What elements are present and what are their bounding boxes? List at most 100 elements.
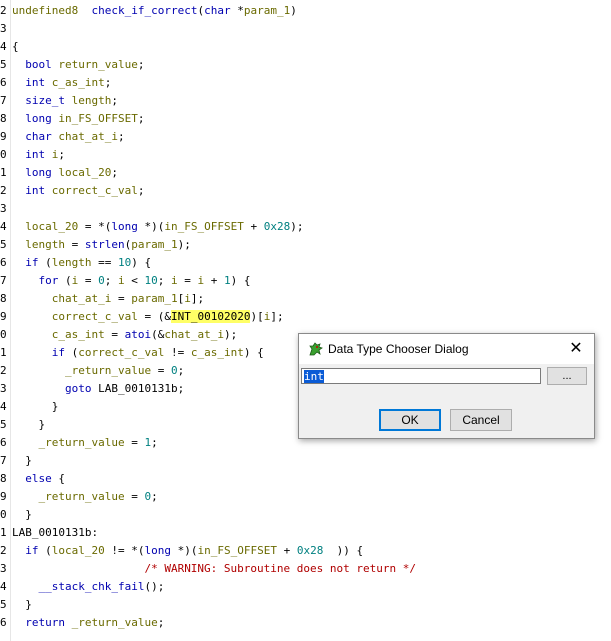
code-token: 10 xyxy=(118,256,132,269)
code-token: length xyxy=(25,238,65,251)
code-token: ; xyxy=(137,58,145,71)
code-token: int xyxy=(25,184,46,197)
code-token: param_1 xyxy=(243,4,291,17)
code-text: } xyxy=(12,596,32,614)
code-text: return _return_value; xyxy=(12,614,164,632)
code-token: ; xyxy=(157,616,165,629)
line-number: 9 xyxy=(0,490,7,503)
code-token: goto xyxy=(64,382,92,395)
code-token: ; xyxy=(177,364,185,377)
code-text: /* WARNING: Subroutine does not return *… xyxy=(12,560,416,578)
line-number: 2 xyxy=(0,364,7,377)
code-token: int xyxy=(25,148,46,161)
code-token: } xyxy=(12,598,32,611)
code-token: char xyxy=(204,4,231,17)
code-token: long xyxy=(25,112,52,125)
code-text: } xyxy=(12,452,32,470)
line-number: 4 xyxy=(0,40,7,53)
line-number: 9 xyxy=(0,310,7,323)
code-token: for xyxy=(38,274,59,287)
code-token: i xyxy=(171,274,178,287)
code-token: = xyxy=(104,328,125,341)
highlighted-symbol[interactable]: INT_00102020 xyxy=(170,310,251,323)
code-token: } xyxy=(12,454,32,467)
code-token: + xyxy=(276,544,297,557)
code-token: = xyxy=(111,292,132,305)
code-token: i xyxy=(118,274,125,287)
close-icon[interactable]: ✕ xyxy=(566,339,586,359)
code-token: ; xyxy=(137,112,145,125)
code-token: (); xyxy=(144,580,165,593)
code-text: _return_value = 1; xyxy=(12,434,158,452)
code-token: long xyxy=(25,166,52,179)
line-number: 5 xyxy=(0,418,7,431)
code-token: ) xyxy=(290,4,297,17)
code-token: *)( xyxy=(170,544,198,557)
code-token: char xyxy=(25,130,52,143)
code-token: ; xyxy=(111,94,118,107)
line-number: 4 xyxy=(0,580,7,593)
code-token: { xyxy=(12,40,19,53)
code-token: = xyxy=(78,274,99,287)
line-number: 5 xyxy=(0,598,7,611)
line-number: 8 xyxy=(0,292,7,305)
line-number: 1 xyxy=(0,166,7,179)
code-token: strlen xyxy=(84,238,125,251)
code-token: ); xyxy=(223,328,238,341)
code-text: long in_FS_OFFSET; xyxy=(12,110,144,128)
code-token: ) { xyxy=(243,346,264,359)
code-token: return_value xyxy=(58,58,138,71)
code-token: /* WARNING: Subroutine does not return *… xyxy=(144,562,416,575)
code-token: = (& xyxy=(137,310,171,323)
ok-button[interactable]: OK xyxy=(379,409,441,431)
code-token: in_FS_OFFSET xyxy=(58,112,138,125)
data-type-input[interactable]: int xyxy=(301,368,541,384)
code-token: ( xyxy=(38,256,52,269)
code-token: * xyxy=(230,4,244,17)
code-text: c_as_int = atoi(&chat_at_i); xyxy=(12,326,237,344)
line-number: 6 xyxy=(0,436,7,449)
code-token: == xyxy=(91,256,118,269)
code-token: ]; xyxy=(270,310,284,323)
code-text: local_20 = *(long *)(in_FS_OFFSET + 0x28… xyxy=(12,218,303,236)
code-text: goto LAB_0010131b; xyxy=(12,380,184,398)
dialog-title: Data Type Chooser Dialog xyxy=(328,342,469,356)
line-number: 6 xyxy=(0,76,7,89)
code-token: c_as_int xyxy=(51,76,105,89)
code-token: chat_at_i xyxy=(164,328,224,341)
code-token: 0 xyxy=(98,274,105,287)
browse-button[interactable]: ... xyxy=(547,367,587,385)
code-token: ) { xyxy=(230,274,251,287)
line-number: 9 xyxy=(0,130,7,143)
code-token: = *( xyxy=(78,220,112,233)
code-token: i xyxy=(184,292,191,305)
cancel-button[interactable]: Cancel xyxy=(450,409,512,431)
code-token: LAB_0010131b: xyxy=(12,526,99,539)
code-token: 0x28 xyxy=(296,544,324,557)
code-token: } xyxy=(12,400,59,413)
code-token: + xyxy=(204,274,224,287)
code-token: if xyxy=(25,256,39,269)
code-token: correct_c_val xyxy=(51,310,138,323)
code-text: undefined8 check_if_correct(char *param_… xyxy=(12,2,297,20)
code-text: __stack_chk_fail(); xyxy=(12,578,165,596)
decompiler-listing: 2 undefined8 check_if_correct(char *param… xyxy=(0,0,611,641)
code-token: < xyxy=(124,274,145,287)
code-token: ]; xyxy=(190,292,205,305)
code-token: local_20 xyxy=(58,166,112,179)
code-token: = xyxy=(177,274,198,287)
dialog-titlebar: Data Type Chooser Dialog ✕ xyxy=(299,334,594,364)
code-text: bool return_value; xyxy=(12,56,144,74)
code-token: long xyxy=(111,220,138,233)
code-token: ; xyxy=(117,130,125,143)
line-number: 1 xyxy=(0,346,7,359)
code-token: = xyxy=(124,436,145,449)
code-text: if (length == 10) { xyxy=(12,254,151,272)
